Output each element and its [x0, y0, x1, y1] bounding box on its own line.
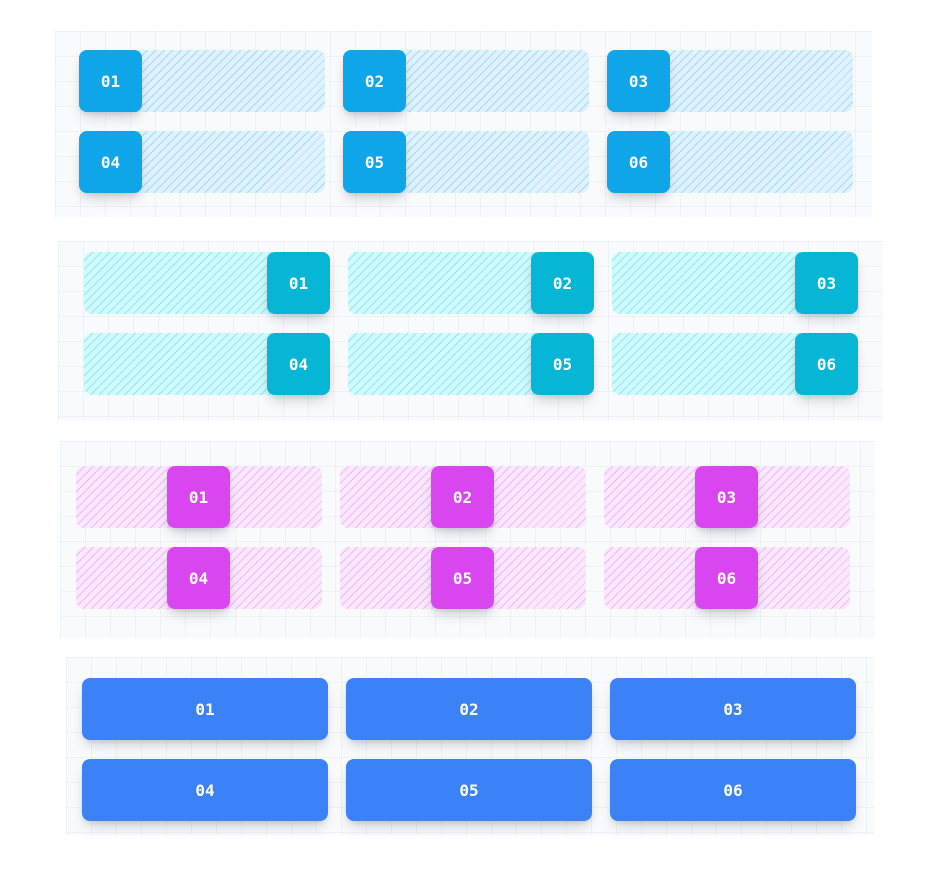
grid-cell-5: 05: [348, 333, 594, 395]
grid-cell-2: 02: [346, 678, 592, 740]
grid-cell-3: 03: [612, 252, 858, 314]
grid-item-3: 03: [610, 678, 856, 740]
grid-item-6: 06: [607, 131, 670, 193]
grid-panel-justify-start: 01 02 03 04 05 06: [55, 31, 872, 217]
grid-item-3: 03: [795, 252, 858, 314]
grid-item-3: 03: [607, 50, 670, 112]
grid-cell-5: 05: [346, 759, 592, 821]
grid-cell-3: 03: [610, 678, 856, 740]
grid-cell-3: 03: [607, 50, 853, 112]
grid-cell-4: 04: [76, 547, 322, 609]
grid-panel-justify-center: 01 02 03 04 05 06: [60, 441, 875, 638]
grid-cell-4: 04: [84, 333, 330, 395]
grid-panel-justify-end: 01 02 03 04 05 06: [58, 241, 883, 420]
grid-item-1: 01: [82, 678, 328, 740]
grid-cell-1: 01: [84, 252, 330, 314]
grid-panel-justify-stretch: 01 02 03 04 05 06: [66, 657, 874, 835]
grid-item-1: 01: [79, 50, 142, 112]
grid-item-6: 06: [795, 333, 858, 395]
grid-cell-5: 05: [340, 547, 586, 609]
grid-item-2: 02: [431, 466, 494, 528]
grid-item-4: 04: [267, 333, 330, 395]
grid-item-4: 04: [167, 547, 230, 609]
grid-item-5: 05: [343, 131, 406, 193]
grid-item-6: 06: [695, 547, 758, 609]
grid-cell-2: 02: [340, 466, 586, 528]
grid-item-5: 05: [531, 333, 594, 395]
grid-cell-1: 01: [82, 678, 328, 740]
grid-item-5: 05: [431, 547, 494, 609]
grid-cell-4: 04: [79, 131, 325, 193]
grid-item-2: 02: [346, 678, 592, 740]
grid-item-4: 04: [79, 131, 142, 193]
grid-cell-6: 06: [607, 131, 853, 193]
grid-item-1: 01: [267, 252, 330, 314]
grid-item-1: 01: [167, 466, 230, 528]
grid-cell-1: 01: [79, 50, 325, 112]
grid-item-5: 05: [346, 759, 592, 821]
grid-cell-6: 06: [610, 759, 856, 821]
grid-cell-6: 06: [612, 333, 858, 395]
grid-item-6: 06: [610, 759, 856, 821]
grid-cell-2: 02: [343, 50, 589, 112]
grid-item-2: 02: [343, 50, 406, 112]
grid-item-2: 02: [531, 252, 594, 314]
grid-item-4: 04: [82, 759, 328, 821]
grid-cell-2: 02: [348, 252, 594, 314]
grid-cell-6: 06: [604, 547, 850, 609]
grid-cell-3: 03: [604, 466, 850, 528]
grid-cell-5: 05: [343, 131, 589, 193]
grid-item-3: 03: [695, 466, 758, 528]
grid-cell-1: 01: [76, 466, 322, 528]
grid-cell-4: 04: [82, 759, 328, 821]
